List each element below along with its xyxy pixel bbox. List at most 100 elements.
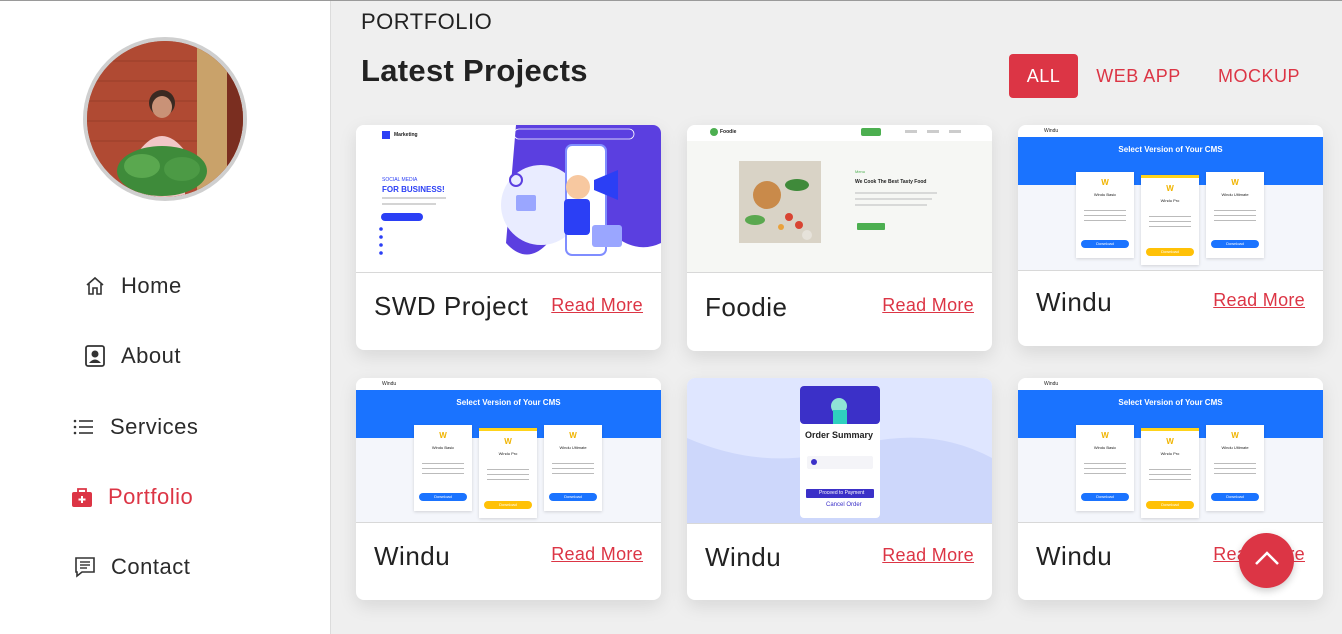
thumb-pricing-card: W Windu Basic Download	[1076, 172, 1134, 258]
project-card[interactable]: Order Summary Proceed to Payment Cancel …	[687, 378, 992, 600]
thumb-download-label: Download	[499, 502, 517, 507]
thumb-tier-label: Windu Pro	[1160, 451, 1180, 456]
filter-web-app[interactable]: WEB APP	[1086, 54, 1191, 98]
w-logo-icon: W	[504, 437, 512, 446]
thumb-text-line	[1084, 463, 1126, 464]
thumb-button: Proceed to Payment	[819, 490, 865, 496]
thumb-tier-label: Windu Ultimate	[559, 445, 587, 450]
sidebar-item-portfolio[interactable]: Portfolio	[70, 484, 193, 510]
thumb-navbar: Windu	[356, 378, 661, 390]
thumb-download-label: Download	[564, 494, 582, 499]
thumb-headline: We Cook The Best Tasty Food	[855, 179, 927, 185]
thumb-text-line	[552, 468, 594, 469]
thumb-headline: FOR BUSINESS!	[382, 185, 445, 194]
project-title: Windu	[1036, 287, 1113, 317]
thumb-download-button: Download	[419, 493, 467, 501]
thumb-text-line	[487, 479, 529, 480]
thumb-headline: Select Version of Your CMS	[1118, 145, 1223, 154]
project-card[interactable]: Foodie Menu We Cook The Best Tasty Food …	[687, 125, 992, 351]
thumb-download-button: Download	[1081, 240, 1129, 248]
project-title: Windu	[705, 542, 782, 572]
thumb-tier-label: Windu Ultimate	[1221, 192, 1249, 197]
sidebar-item-home[interactable]: Home	[83, 273, 182, 299]
read-more-link[interactable]: Read More	[1213, 290, 1305, 311]
thumb-download-label: Download	[1226, 241, 1244, 246]
sidebar-item-label: Services	[110, 414, 199, 439]
thumb-tier-label: Windu Ultimate	[1221, 445, 1249, 450]
thumb-text-line	[1214, 215, 1256, 216]
w-logo-icon: W	[439, 431, 447, 440]
thumb-text-line	[422, 463, 464, 464]
thumb-brand: Marketing	[394, 132, 418, 138]
sidebar-item-label: Portfolio	[108, 484, 194, 509]
thumb-text-line	[1149, 479, 1191, 480]
thumb-pricing-card: W Windu Ultimate Download	[1206, 425, 1264, 511]
thumb-pricing-card: W Windu Basic Download	[1076, 425, 1134, 511]
thumb-headline: Select Version of Your CMS	[1118, 398, 1223, 407]
thumb-pricing-card: W Windu Basic Download	[414, 425, 472, 511]
thumb-text-line	[487, 469, 529, 470]
thumb-text-line	[1214, 463, 1256, 464]
home-icon	[83, 274, 107, 298]
thumb-download-label: Download	[1096, 494, 1114, 499]
sidebar-item-services[interactable]: Services	[72, 414, 198, 440]
w-logo-icon: W	[1231, 178, 1239, 187]
thumb-download-button: Download	[1211, 240, 1259, 248]
sidebar-item-label: Home	[121, 273, 182, 298]
thumb-download-button: Download	[1211, 493, 1259, 501]
avatar	[83, 37, 247, 201]
project-thumbnail: Marketing SOCIAL MEDIA FOR BUSINESS!	[356, 125, 661, 273]
read-more-link[interactable]: Read More	[551, 544, 643, 565]
thumb-text-line	[1149, 474, 1191, 475]
project-title: SWD Project	[374, 291, 529, 321]
thumb-pricing-card: W Windu Pro Download	[1141, 428, 1199, 518]
thumb-download-label: Download	[434, 494, 452, 499]
thumb-tier-label: Windu Basic	[1093, 445, 1117, 450]
filter-all[interactable]: ALL	[1009, 54, 1078, 98]
thumb-text-line	[1084, 468, 1126, 469]
read-more-link[interactable]: Read More	[551, 295, 643, 316]
sidebar-item-label: Contact	[111, 554, 191, 579]
thumb-cancel: Cancel Order	[826, 502, 862, 508]
thumb-kicker: Menu	[855, 169, 866, 174]
sidebar: Home About Services Portfolio Contact	[0, 1, 331, 634]
thumb-download-button: Download	[549, 493, 597, 501]
filter-mockup[interactable]: MOCKUP	[1205, 54, 1313, 98]
thumb-headline: Select Version of Your CMS	[456, 398, 561, 407]
thumb-text-line	[552, 473, 594, 474]
project-thumbnail: Foodie Menu We Cook The Best Tasty Food	[687, 125, 992, 273]
scroll-to-top-button[interactable]	[1239, 533, 1294, 588]
project-card[interactable]: Windu Select Version of Your CMS W Windu Ba…	[356, 378, 661, 600]
thumb-text-line	[1214, 473, 1256, 474]
thumb-text-line	[1149, 221, 1191, 222]
thumb-text-line	[1149, 216, 1191, 217]
thumb-headline: Order Summary	[805, 430, 874, 440]
thumb-text-line	[1084, 473, 1126, 474]
sidebar-item-about[interactable]: About	[83, 343, 181, 369]
page-title: Latest Projects	[361, 53, 588, 88]
project-card[interactable]: Marketing SOCIAL MEDIA FOR BUSINESS! SWD…	[356, 125, 661, 350]
briefcase-icon	[70, 485, 94, 509]
thumb-brand: Foodie	[720, 129, 737, 135]
list-icon	[72, 415, 96, 439]
read-more-link[interactable]: Read More	[882, 295, 974, 316]
read-more-link[interactable]: Read More	[882, 545, 974, 566]
chevron-up-icon	[1254, 550, 1280, 571]
thumb-download-button: Download	[1081, 493, 1129, 501]
project-title: Windu	[374, 541, 451, 571]
thumb-pricing-card: W Windu Ultimate Download	[544, 425, 602, 511]
thumb-navbar: Windu	[1018, 378, 1323, 390]
thumb-brand: Windu	[1044, 128, 1059, 134]
project-card[interactable]: Windu Select Version of Your CMS W Windu Ba…	[1018, 125, 1323, 346]
thumb-download-label: Download	[1226, 494, 1244, 499]
w-logo-icon: W	[1231, 431, 1239, 440]
message-icon	[73, 555, 97, 579]
thumb-download-label: Download	[1161, 502, 1179, 507]
project-thumbnail: Windu Select Version of Your CMS W Windu Ba…	[356, 378, 661, 523]
project-thumbnail: Windu Select Version of Your CMS W Windu Ba…	[1018, 378, 1323, 523]
thumb-text-line	[1149, 469, 1191, 470]
thumb-text-line	[1084, 215, 1126, 216]
w-logo-icon: W	[1101, 178, 1109, 187]
sidebar-item-contact[interactable]: Contact	[73, 554, 190, 580]
project-title: Windu	[1036, 541, 1113, 571]
